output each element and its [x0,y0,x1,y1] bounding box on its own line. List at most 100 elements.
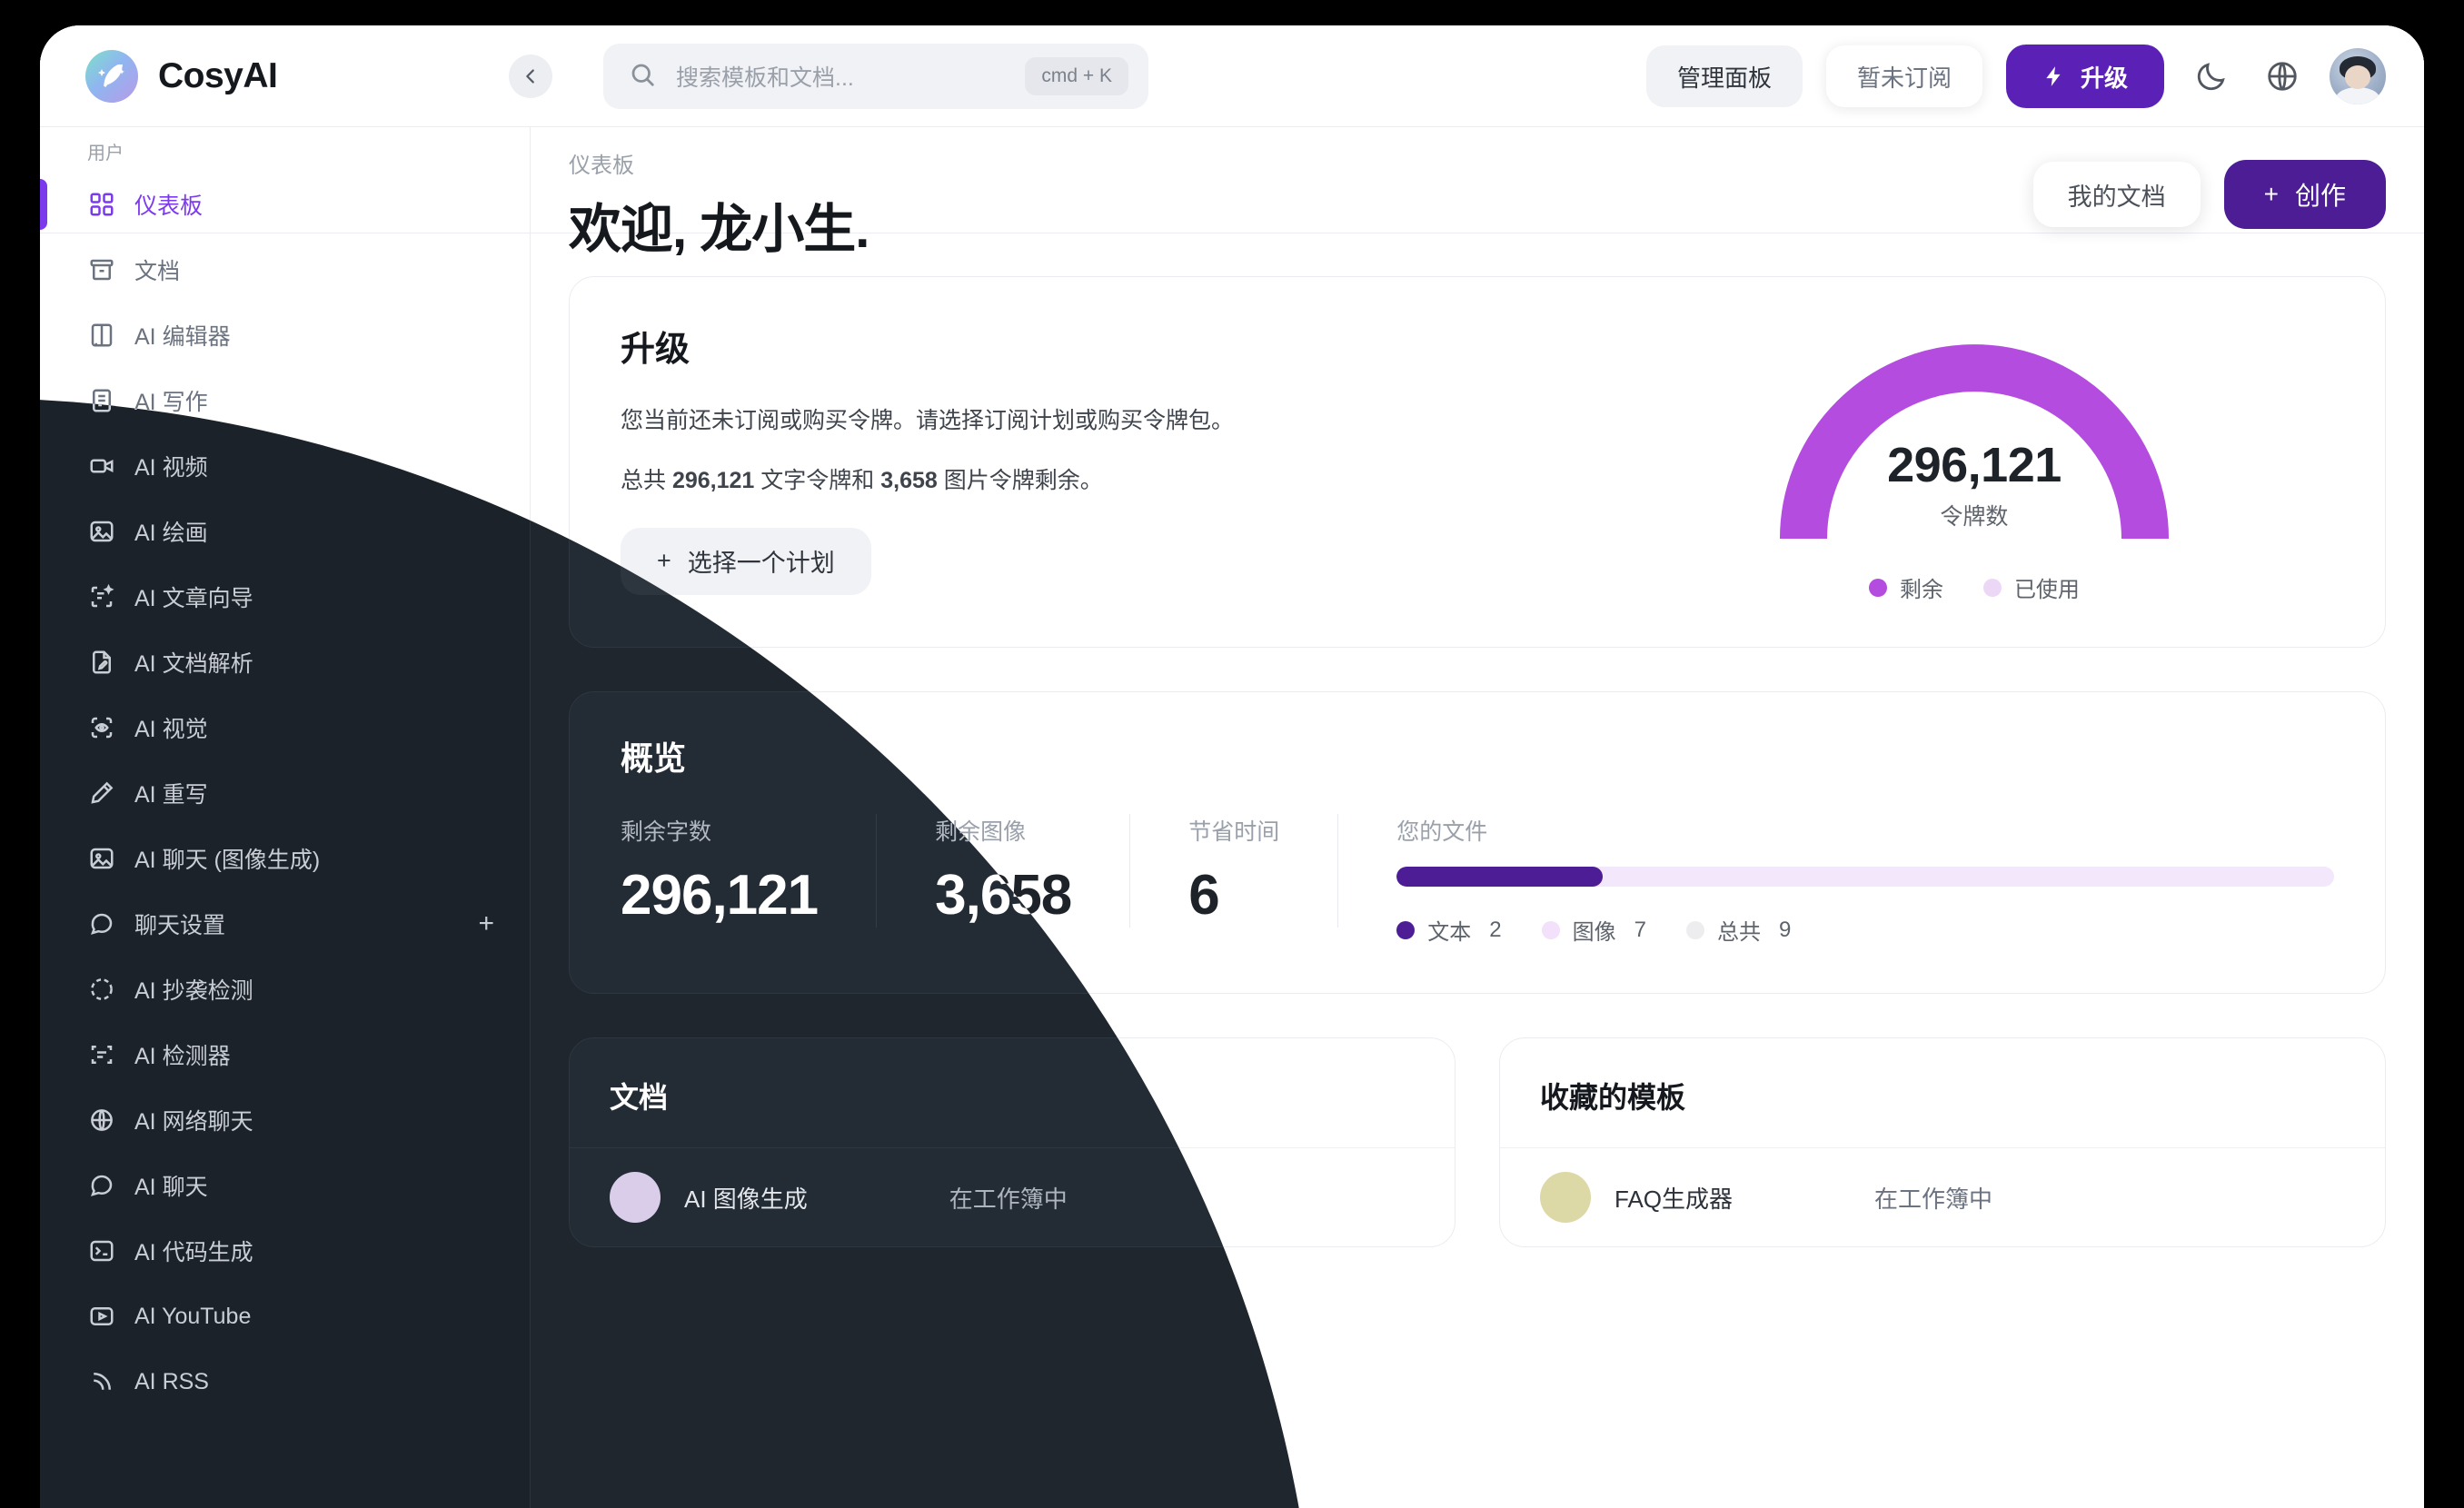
template-name: FAQ生成器 [1615,1185,1734,1213]
stat-value: 6 [1188,864,1219,927]
sidebar-item-label: 文档 [134,259,181,284]
create-button[interactable]: + 创作 [2223,160,2386,229]
sidebar-item-dashboard[interactable]: 仪表板 [40,172,531,237]
device-frame: CosyAI 用户 仪表板 文档 AI 编辑器 AI 写作 搜索模板和文档...… [0,0,2464,1508]
breadcrumb: 仪表板 [569,154,634,178]
archive-box-icon [87,255,116,284]
admin-panel-button[interactable]: 管理面板 [1645,45,1803,107]
rss-icon [87,1367,116,1396]
add-chat-icon[interactable]: + [478,910,494,938]
sidebar-item-ai-rewrite[interactable]: AI 重写 [40,760,531,826]
upgrade-card-title: 升级 [621,331,691,369]
book-open-icon [87,321,116,350]
legend-item-remaining: 剩余 [1868,571,1943,603]
brand-light[interactable]: CosyAI [40,25,531,127]
sidebar-item-ai-article-wizard[interactable]: AI 文章向导 [40,564,531,630]
your-files-chart: 您的文件 文本2 图像7 总共9 [1338,814,2334,946]
sidebar-item-ai-vision[interactable]: AI 视觉 [40,695,531,760]
sidebar-item-ai-chat[interactable]: AI 聊天 [40,1153,531,1218]
search-input[interactable]: 搜索模板和文档... cmd + K [603,44,1148,109]
totals-text-tokens: 296,121 [671,467,755,493]
stat-label: 剩余字数 [621,819,712,845]
sidebar-collapse-button[interactable] [509,55,552,98]
files-legend-text: 文本2 [1396,914,1502,946]
token-gauge-chart: 296,121 令牌数 剩余 已使用 [1615,321,2334,603]
sidebar-item-documents[interactable]: 文档 [40,237,531,303]
sidebar-item-ai-doc-parse[interactable]: AI 文档解析 [40,630,531,695]
topbar-actions-light: 管理面板 暂未订阅 升级 [1645,45,2386,108]
globe-www-icon [87,1106,116,1135]
sidebar-item-label: AI 视觉 [134,717,208,742]
sidebar-item-label: AI 文档解析 [134,651,253,677]
upgrade-card: 升级 您当前还未订阅或购买令牌。请选择订阅计划或购买令牌包。 总共 296,12… [569,276,2386,648]
document-name: AI 图像生成 [684,1185,808,1213]
template-avatar [1540,1172,1591,1223]
play-box-icon [87,1302,116,1331]
topbar-light: 搜索模板和文档... cmd + K 管理面板 暂未订阅 升级 [509,25,2424,127]
sidebar-item-label: AI 视频 [134,455,208,481]
templates-card-title: 收藏的模板 [1500,1038,2385,1148]
upgrade-card-totals: 总共 296,121 文字令牌和 3,658 图片令牌剩余。 [621,462,1615,495]
sidebar-item-chat-settings[interactable]: 聊天设置 + [40,891,531,957]
totals-mid: 文字令牌和 [754,467,881,493]
search-placeholder: 搜索模板和文档... [676,65,854,91]
totals-image-tokens: 3,658 [880,467,938,493]
list-item[interactable]: FAQ生成器 在工作簿中 [1500,1148,2385,1246]
document-pencil-icon [87,648,116,677]
sidebar-item-ai-plagiarism[interactable]: AI 抄袭检测 [40,957,531,1022]
lightning-bolt-icon [2046,66,2061,86]
files-legend-images: 图像7 [1541,914,1646,946]
sidebar-item-label: AI 重写 [134,782,208,808]
your-files-label: 您的文件 [1396,819,1488,845]
scan-text-icon [87,1040,116,1069]
files-legend: 文本2 图像7 总共9 [1396,914,2334,946]
sidebar-item-label: 仪表板 [134,193,204,219]
sidebar-item-label: AI 聊天 (图像生成) [134,848,321,873]
sidebar-item-label: AI 绘画 [134,521,208,546]
sidebar-item-label: AI RSS [134,1368,209,1394]
sidebar-item-ai-youtube[interactable]: AI YouTube [40,1284,531,1349]
image-icon [87,844,116,873]
gauge-legend: 剩余 已使用 [1868,571,2080,603]
sidebar-item-label: 聊天设置 [134,913,226,938]
stat-time-saved: 节省时间 6 [1130,814,1339,928]
choose-plan-label: 选择一个计划 [687,550,835,578]
sidebar-item-ai-rss[interactable]: AI RSS [40,1349,531,1414]
gauge-label: 令牌数 [1940,504,2009,530]
upgrade-card-description: 您当前还未订阅或购买令牌。请选择订阅计划或购买令牌包。 [621,408,1235,433]
favorite-templates-card: 收藏的模板 FAQ生成器 在工作簿中 [1499,1037,2386,1247]
search-icon [629,61,656,93]
sidebar-item-ai-web-chat[interactable]: AI 网络聊天 [40,1087,531,1153]
upgrade-button[interactable]: 升级 [2005,45,2164,108]
eye-scan-icon [87,713,116,742]
document-avatar [610,1172,661,1223]
sidebar-item-label: AI 网络聊天 [134,1109,253,1135]
sidebar-item-label: AI YouTube [134,1303,252,1329]
image-icon [87,517,116,546]
sidebar-item-ai-editor[interactable]: AI 编辑器 [40,303,531,368]
language-button[interactable] [2259,53,2306,100]
sidebar-section-label: 用户 [87,144,124,164]
sidebar-item-ai-chat-image[interactable]: AI 聊天 (图像生成) [40,826,531,891]
files-progress-bar [1396,867,2334,887]
theme-toggle-button[interactable] [2188,53,2235,100]
chat-bubble-icon [87,909,116,938]
globe-icon [2268,62,2297,91]
grid-dashboard-icon [87,190,116,219]
subscription-status-button[interactable]: 暂未订阅 [1825,45,1982,107]
feather-sparkle-icon [85,50,138,103]
choose-plan-button[interactable]: + 选择一个计划 [621,527,871,595]
terminal-icon [87,1236,116,1265]
sidebar-item-ai-painting[interactable]: AI 绘画 [40,499,531,564]
stat-value: 296,121 [621,864,819,927]
sidebar-item-ai-detector[interactable]: AI 检测器 [40,1022,531,1087]
moon-icon [2197,63,2225,91]
sidebar-item-label: AI 文章向导 [134,586,253,611]
my-documents-button[interactable]: 我的文档 [2032,162,2201,227]
sidebar-item-ai-code-gen[interactable]: AI 代码生成 [40,1218,531,1284]
page-title: 欢迎, 龙小生. [569,200,869,259]
gauge-value: 296,121 [1887,438,2062,492]
sidebar-item-label: AI 代码生成 [134,1240,253,1265]
avatar[interactable] [2330,48,2386,104]
template-status: 在工作簿中 [1874,1185,1993,1213]
